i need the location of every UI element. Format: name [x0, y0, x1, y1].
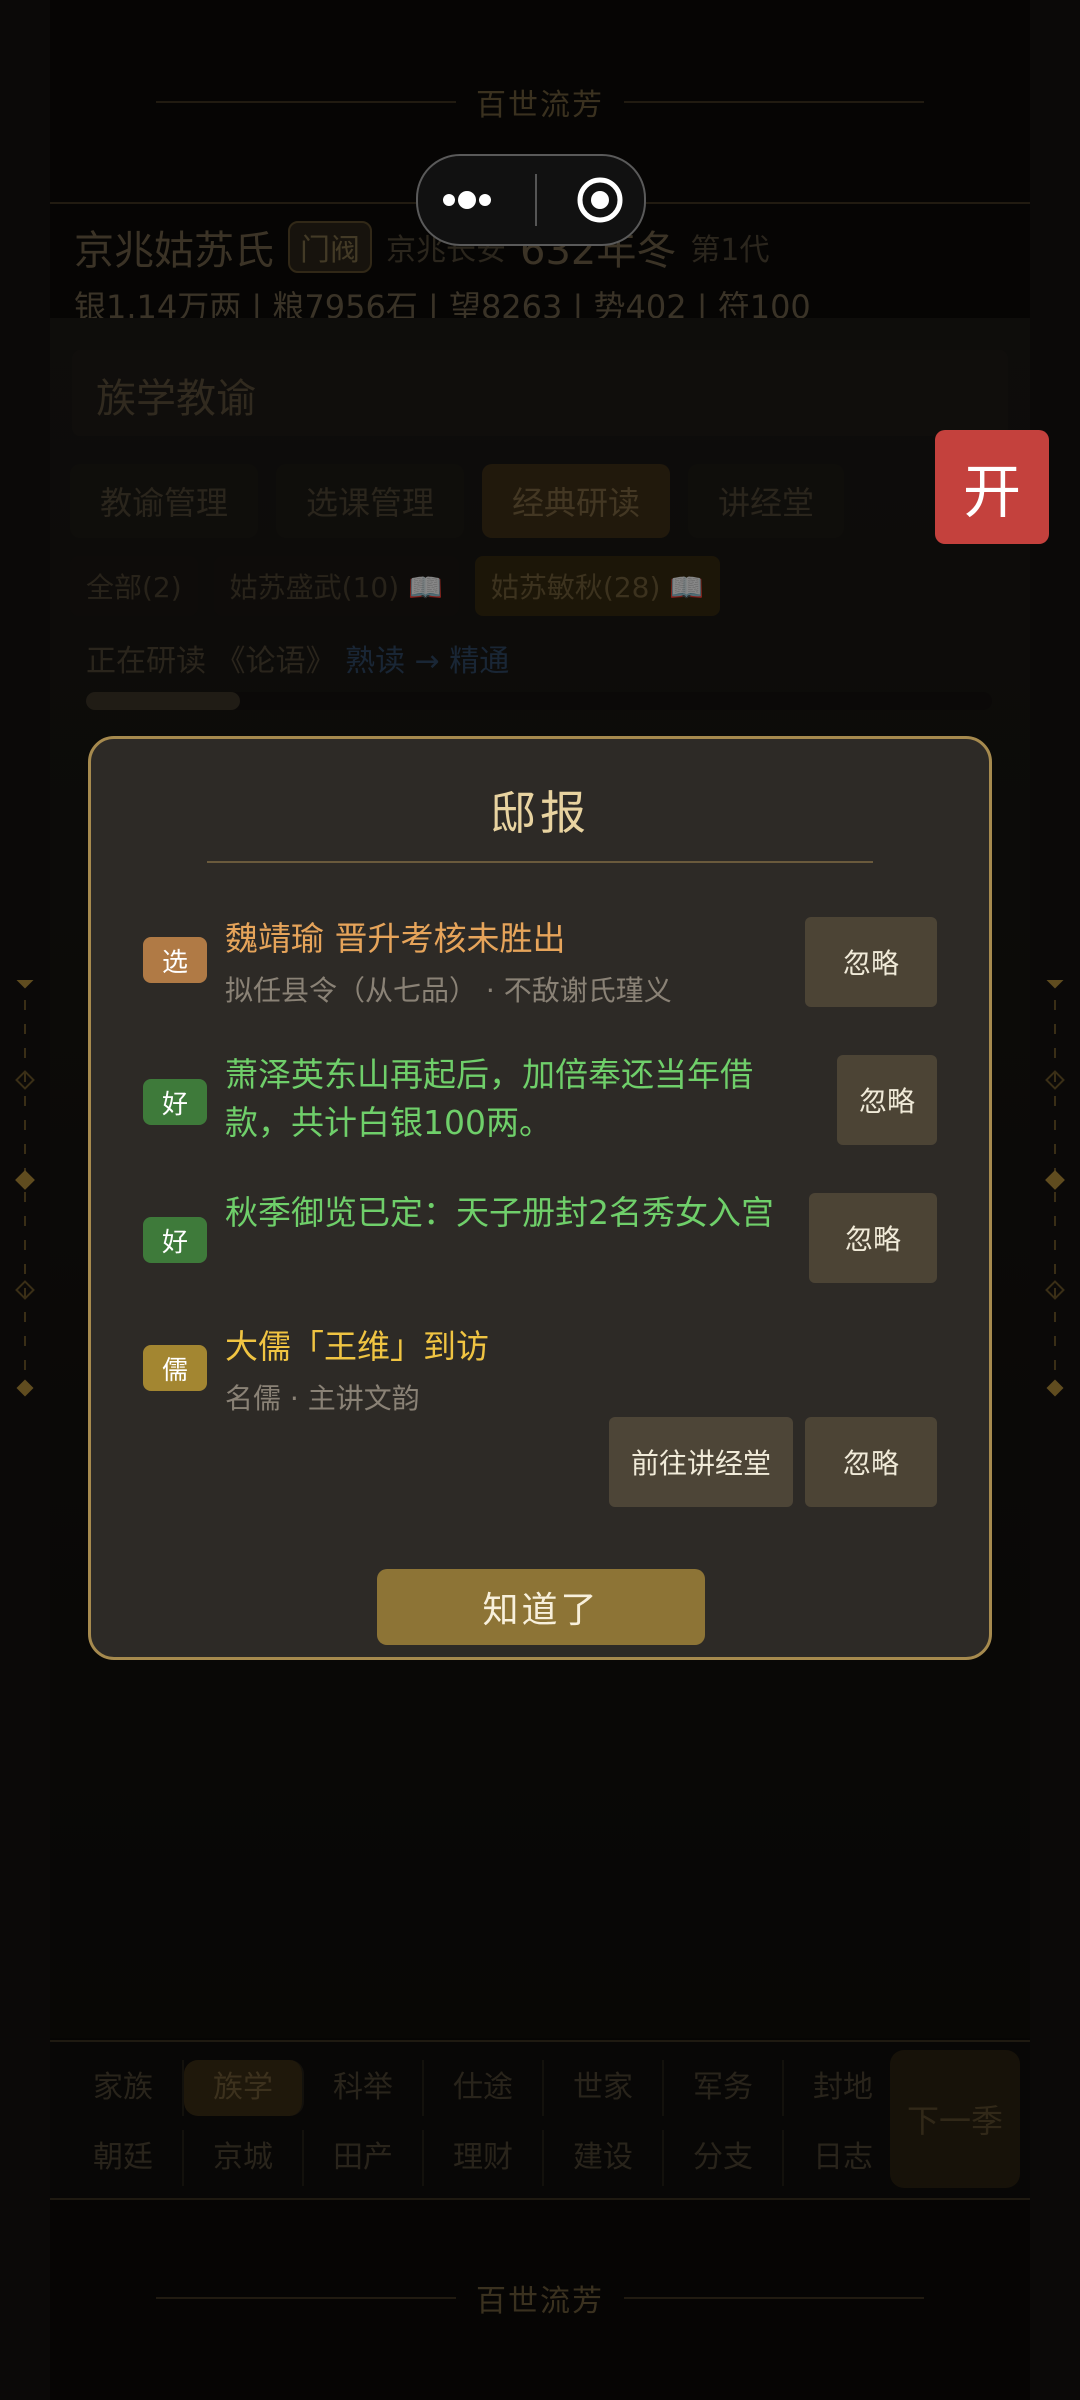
floating-open-button[interactable]: 开 — [935, 430, 1049, 544]
gazette-item: 儒 大儒「王维」到访 名儒 · 主讲文韵 前往讲经堂 忽略 — [143, 1323, 937, 1533]
goto-lecture-hall-button[interactable]: 前往讲经堂 — [609, 1417, 793, 1507]
ignore-button[interactable]: 忽略 — [805, 1417, 937, 1507]
ignore-button[interactable]: 忽略 — [837, 1055, 937, 1145]
capsule-divider — [535, 174, 537, 226]
item-title: 魏靖瑜 晋升考核未胜出 — [225, 919, 566, 958]
dialog-divider — [207, 861, 873, 863]
close-target-icon[interactable] — [575, 175, 625, 225]
item-title: 萧泽英东山再起后，加倍奉还当年借款，共计白银100两。 — [225, 1055, 753, 1142]
gazette-item: 好 萧泽英东山再起后，加倍奉还当年借款，共计白银100两。 忽略 — [143, 1051, 937, 1151]
ignore-button[interactable]: 忽略 — [809, 1193, 937, 1283]
good-news-tag: 好 — [143, 1079, 207, 1125]
gazette-item: 好 秋季御览已定：天子册封2名秀女入宫 忽略 — [143, 1189, 937, 1289]
item-title: 大儒「王维」到访 — [225, 1327, 489, 1366]
scholar-tag: 儒 — [143, 1345, 207, 1391]
gazette-item: 选 魏靖瑜 晋升考核未胜出 拟任县令（从七品） · 不敌谢氏瑾义 忽略 — [143, 915, 937, 1015]
item-subtitle: 名儒 · 主讲文韵 — [225, 1382, 420, 1415]
mini-program-capsule — [416, 154, 646, 246]
gazette-dialog: 邸报 选 魏靖瑜 晋升考核未胜出 拟任县令（从七品） · 不敌谢氏瑾义 忽略 好… — [88, 736, 992, 1660]
selection-tag: 选 — [143, 937, 207, 983]
item-title: 秋季御览已定：天子册封2名秀女入宫 — [225, 1193, 774, 1232]
dialog-title: 邸报 — [490, 786, 590, 840]
ignore-button[interactable]: 忽略 — [805, 917, 937, 1007]
item-subtitle: 拟任县令（从七品） · 不敌谢氏瑾义 — [225, 974, 672, 1007]
good-news-tag: 好 — [143, 1217, 207, 1263]
more-icon[interactable] — [437, 188, 497, 212]
acknowledge-button[interactable]: 知道了 — [377, 1569, 705, 1645]
